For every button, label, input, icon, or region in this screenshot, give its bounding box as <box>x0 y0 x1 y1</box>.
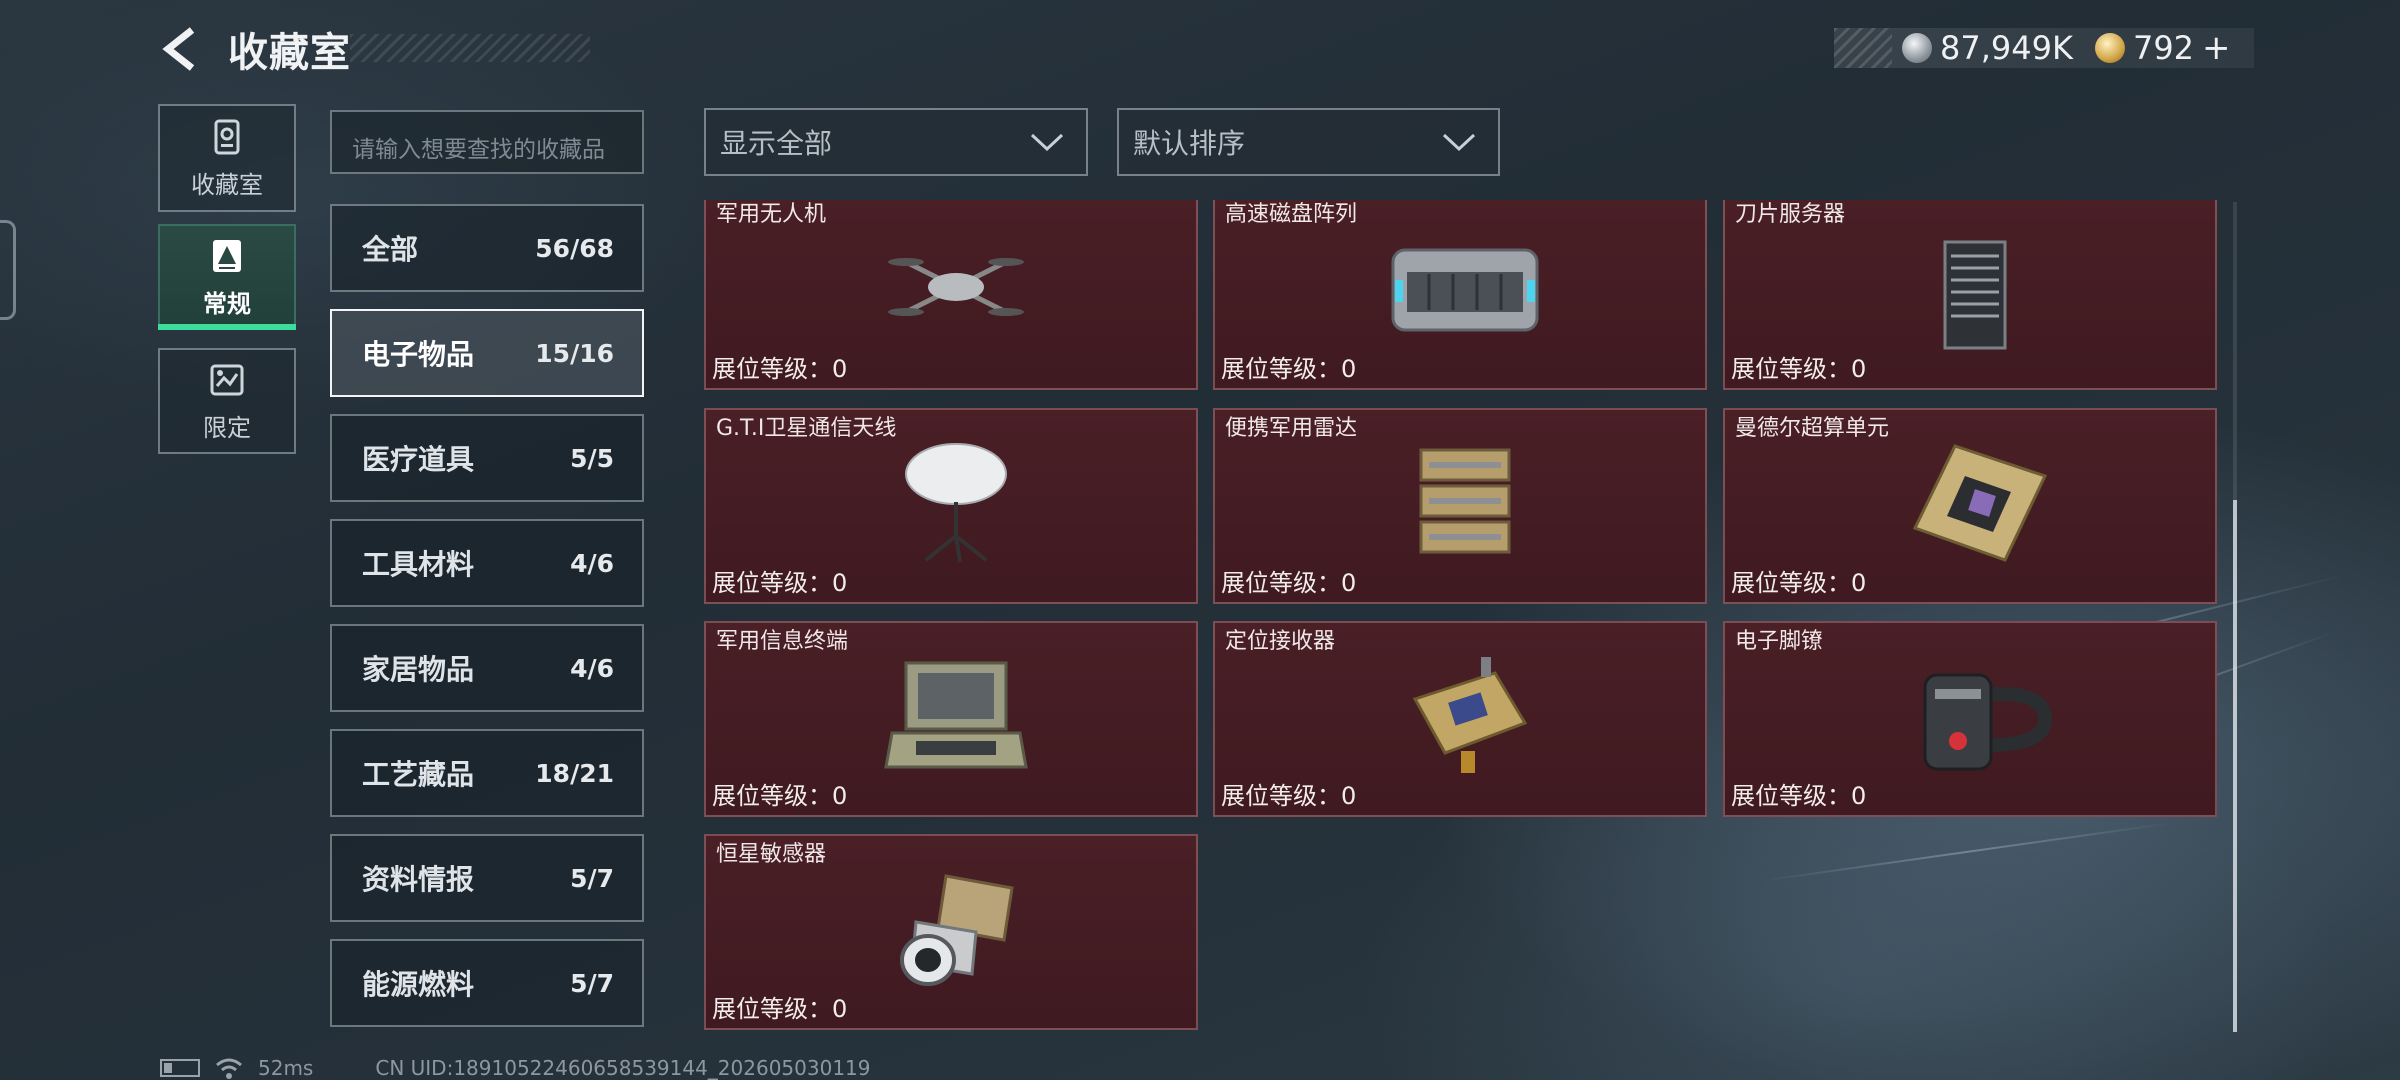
category-intel[interactable]: 资料情报 5/7 <box>330 834 644 922</box>
wifi-icon <box>216 1058 242 1079</box>
collection-card[interactable]: G.T.I卫星通信天线 展位等级：0 <box>704 408 1198 604</box>
page-title: 收藏室 <box>228 30 351 76</box>
category-name: 家居物品 <box>362 653 475 686</box>
item-name: 便携军用雷达 <box>1225 416 1358 441</box>
gps-receiver-icon <box>1412 657 1528 773</box>
collection-card[interactable]: 军用无人机 展位等级：0 <box>704 200 1198 390</box>
military-terminal-icon <box>884 661 1028 769</box>
battery-icon <box>160 1059 200 1077</box>
item-level: 展位等级：0 <box>712 782 848 810</box>
collection-grid[interactable]: 军用无人机 展位等级：0 高速磁盘阵列 展位等级：0 刀片服务器 展位等级：0 <box>700 200 2230 1035</box>
category-count: 5/7 <box>570 863 614 893</box>
category-name: 能源燃料 <box>362 968 475 1001</box>
category-name: 全部 <box>362 233 419 266</box>
item-level: 展位等级：0 <box>1731 355 1867 383</box>
side-tab-label: 收藏室 <box>191 170 263 199</box>
category-medical[interactable]: 医疗道具 5/5 <box>330 414 644 502</box>
category-count: 4/6 <box>570 653 614 683</box>
add-currency-button[interactable]: + <box>2202 28 2231 68</box>
collection-card[interactable]: 便携军用雷达 展位等级：0 <box>1213 408 1707 604</box>
search-input[interactable]: 请输入想要查找的收藏品 <box>330 110 644 174</box>
back-arrow-icon <box>162 27 195 71</box>
left-edge-handle[interactable] <box>0 220 16 320</box>
category-count: 56/68 <box>535 233 614 263</box>
item-name: 刀片服务器 <box>1735 202 1846 227</box>
item-name: 定位接收器 <box>1225 629 1336 654</box>
regular-icon <box>213 239 241 272</box>
category-count: 4/6 <box>570 548 614 578</box>
item-name: 电子脚镣 <box>1735 629 1824 654</box>
status-footer: 52ms CN UID:18910522460658539144_2026050… <box>160 1056 871 1080</box>
supercomputer-unit-icon <box>1912 444 2048 562</box>
collection-card[interactable]: 军用信息终端 展位等级：0 <box>704 621 1198 817</box>
category-all[interactable]: 全部 56/68 <box>330 204 644 292</box>
chevron-down-icon <box>1442 133 1476 152</box>
item-name: G.T.I卫星通信天线 <box>716 416 897 441</box>
collection-card[interactable]: 定位接收器 展位等级：0 <box>1213 621 1707 817</box>
blade-server-icon <box>1943 240 2007 350</box>
user-uid: CN UID:18910522460658539144_202605030119 <box>375 1056 871 1080</box>
collection-card[interactable]: 恒星敏感器 展位等级：0 <box>704 834 1198 1030</box>
item-name: 军用信息终端 <box>716 629 849 654</box>
satellite-antenna-icon <box>905 443 1007 563</box>
item-level: 展位等级：0 <box>712 569 848 597</box>
star-sensor-icon <box>900 874 1014 986</box>
title-decoration <box>350 34 590 62</box>
category-name: 工具材料 <box>362 548 475 581</box>
item-level: 展位等级：0 <box>1731 569 1867 597</box>
category-crafts[interactable]: 工艺藏品 18/21 <box>330 729 644 817</box>
category-name: 工艺藏品 <box>362 758 475 791</box>
side-tab-label: 限定 <box>203 413 251 442</box>
item-level: 展位等级：0 <box>1221 782 1357 810</box>
category-tools[interactable]: 工具材料 4/6 <box>330 519 644 607</box>
scrollbar-thumb[interactable] <box>2233 500 2237 1032</box>
item-name: 军用无人机 <box>716 202 827 227</box>
collection-room-icon <box>214 119 240 154</box>
limited-icon <box>210 364 244 395</box>
display-filter-value: 显示全部 <box>720 127 833 160</box>
item-level: 展位等级：0 <box>712 355 848 383</box>
category-energy[interactable]: 能源燃料 5/7 <box>330 939 644 1027</box>
gold-currency-value: 792 <box>2132 29 2195 67</box>
side-tab-label: 常规 <box>203 289 251 318</box>
display-filter-dropdown[interactable]: 显示全部 <box>704 108 1088 176</box>
side-tab-regular[interactable]: 常规 <box>158 224 296 330</box>
collection-card[interactable]: 高速磁盘阵列 展位等级：0 <box>1213 200 1707 390</box>
sort-value: 默认排序 <box>1133 127 1246 160</box>
radar-icon <box>1419 448 1511 554</box>
gold-coin-icon <box>2094 33 2125 63</box>
item-name: 高速磁盘阵列 <box>1225 202 1358 227</box>
category-name: 医疗道具 <box>362 443 475 476</box>
collection-card[interactable]: 曼德尔超算单元 展位等级：0 <box>1723 408 2217 604</box>
category-name: 资料情报 <box>362 863 475 896</box>
category-count: 15/16 <box>535 338 614 368</box>
item-level: 展位等级：0 <box>1221 355 1357 383</box>
category-count: 18/21 <box>535 758 614 788</box>
item-level: 展位等级：0 <box>1731 782 1867 810</box>
collection-card[interactable]: 刀片服务器 展位等级：0 <box>1723 200 2217 390</box>
collection-card[interactable]: 电子脚镣 展位等级：0 <box>1723 621 2217 817</box>
drone-icon <box>888 258 1024 316</box>
chevron-down-icon <box>1030 133 1064 152</box>
currency-bar: 87,949K 792 + <box>1834 28 2254 68</box>
item-name: 曼德尔超算单元 <box>1735 416 1890 441</box>
side-tab-collection-room[interactable]: 收藏室 <box>158 104 296 212</box>
item-level: 展位等级：0 <box>712 995 848 1023</box>
item-level: 展位等级：0 <box>1221 569 1357 597</box>
back-button[interactable] <box>158 26 204 72</box>
category-count: 5/5 <box>570 443 614 473</box>
ankle-monitor-icon <box>1923 673 2053 771</box>
category-name: 电子物品 <box>362 338 475 371</box>
side-tab-limited[interactable]: 限定 <box>158 348 296 454</box>
sort-dropdown[interactable]: 默认排序 <box>1117 108 1500 176</box>
silver-currency-value: 87,949K <box>1940 29 2073 67</box>
silver-coin-icon <box>1902 33 1932 63</box>
disk-array-icon <box>1391 248 1539 332</box>
category-count: 5/7 <box>570 968 614 998</box>
ping-value: 52ms <box>258 1056 314 1080</box>
item-name: 恒星敏感器 <box>716 842 827 867</box>
category-electronics[interactable]: 电子物品 15/16 <box>330 309 644 397</box>
category-household[interactable]: 家居物品 4/6 <box>330 624 644 712</box>
